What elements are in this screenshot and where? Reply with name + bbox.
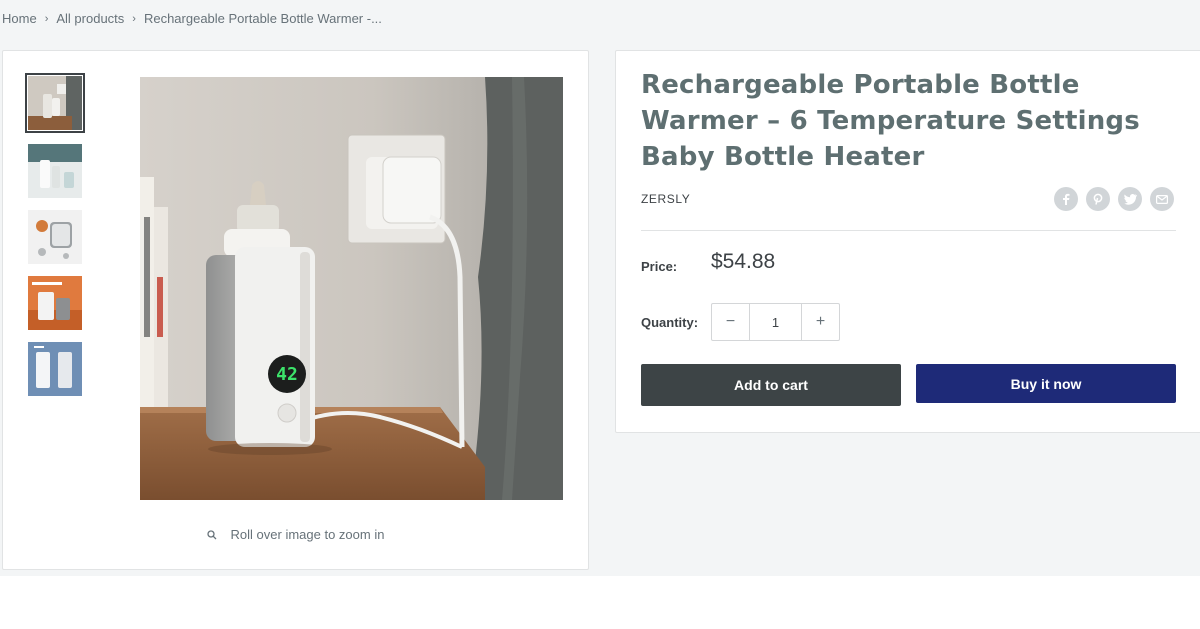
thumbnail-3[interactable] xyxy=(27,209,83,265)
product-vendor-link[interactable]: ZERSLY xyxy=(641,192,690,206)
thumbnail-1[interactable] xyxy=(25,73,85,133)
thumbnail-image xyxy=(28,342,82,396)
zoom-hint-text: Roll over image to zoom in xyxy=(230,527,385,542)
buy-now-button[interactable]: Buy it now xyxy=(916,364,1176,403)
thumbnail-image xyxy=(28,76,82,130)
thumbnail-5[interactable] xyxy=(27,341,83,397)
divider xyxy=(641,230,1176,231)
breadcrumb-home-link[interactable]: Home xyxy=(2,11,37,26)
chevron-right-icon: › xyxy=(132,12,136,25)
quantity-stepper: − 1 + xyxy=(711,303,840,341)
quantity-increase-button[interactable]: + xyxy=(802,304,839,340)
breadcrumb-current: Rechargeable Portable Bottle Warmer -... xyxy=(143,11,382,26)
pinterest-icon[interactable] xyxy=(1086,187,1110,211)
breadcrumb: Home › All products › Rechargeable Porta… xyxy=(2,11,382,26)
thumbnail-4[interactable] xyxy=(27,275,83,331)
thumbnail-image xyxy=(28,276,82,330)
quantity-label: Quantity: xyxy=(641,315,699,330)
warmer-display-digits: 42 xyxy=(276,364,298,385)
main-product-image[interactable]: 42 xyxy=(140,77,563,500)
share-buttons xyxy=(1054,187,1174,211)
price-label: Price: xyxy=(641,259,678,274)
facebook-icon[interactable] xyxy=(1054,187,1078,211)
zoom-hint: Roll over image to zoom in xyxy=(3,527,588,542)
product-price: $54.88 xyxy=(711,250,776,273)
thumbnail-2[interactable] xyxy=(27,143,83,199)
magnifier-icon xyxy=(206,529,217,539)
thumbnail-image xyxy=(28,210,82,264)
quantity-decrease-button[interactable]: − xyxy=(712,304,749,340)
thumbnail-image xyxy=(28,144,82,198)
product-gallery: 42 Roll over image to zoom in xyxy=(2,50,589,570)
product-title: Rechargeable Portable Bottle Warmer – 6 … xyxy=(641,70,1140,172)
chevron-right-icon: › xyxy=(44,12,49,25)
twitter-icon[interactable] xyxy=(1118,187,1142,211)
email-icon[interactable] xyxy=(1150,187,1174,211)
breadcrumb-all-products-link[interactable]: All products xyxy=(56,11,124,26)
add-to-cart-button[interactable]: Add to cart xyxy=(641,364,901,406)
product-info: Rechargeable Portable Bottle Warmer – 6 … xyxy=(615,50,1200,433)
quantity-input[interactable]: 1 xyxy=(749,304,802,340)
thumbnail-list xyxy=(25,73,89,407)
